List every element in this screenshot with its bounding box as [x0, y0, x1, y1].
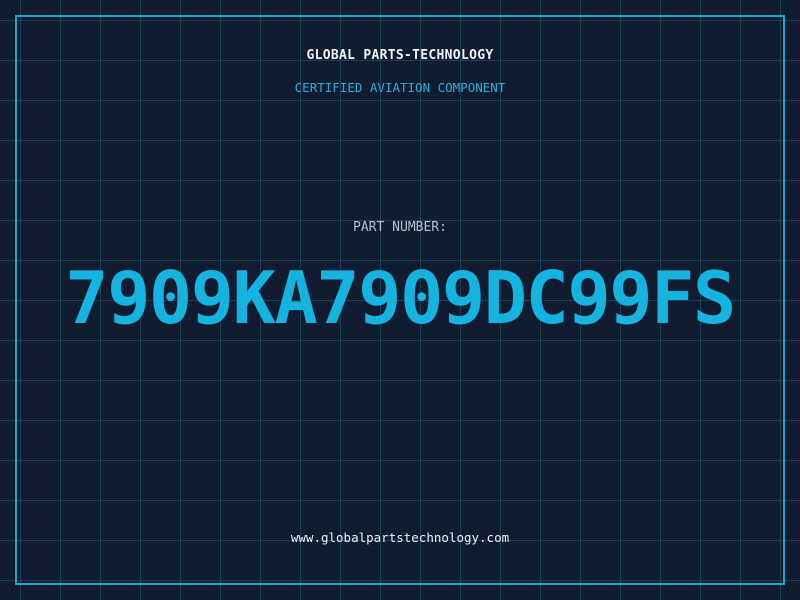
part-number-value: 7909KA7909DC99FS — [65, 256, 736, 340]
website-url: www.globalpartstechnology.com — [290, 530, 510, 545]
part-number-label: PART NUMBER: — [353, 220, 447, 235]
certification-subtitle: CERTIFIED AVIATION COMPONENT — [294, 80, 506, 95]
company-name: GLOBAL PARTS-TECHNOLOGY — [306, 48, 494, 63]
part-label-card: GLOBAL PARTS-TECHNOLOGY CERTIFIED AVIATI… — [0, 0, 800, 600]
